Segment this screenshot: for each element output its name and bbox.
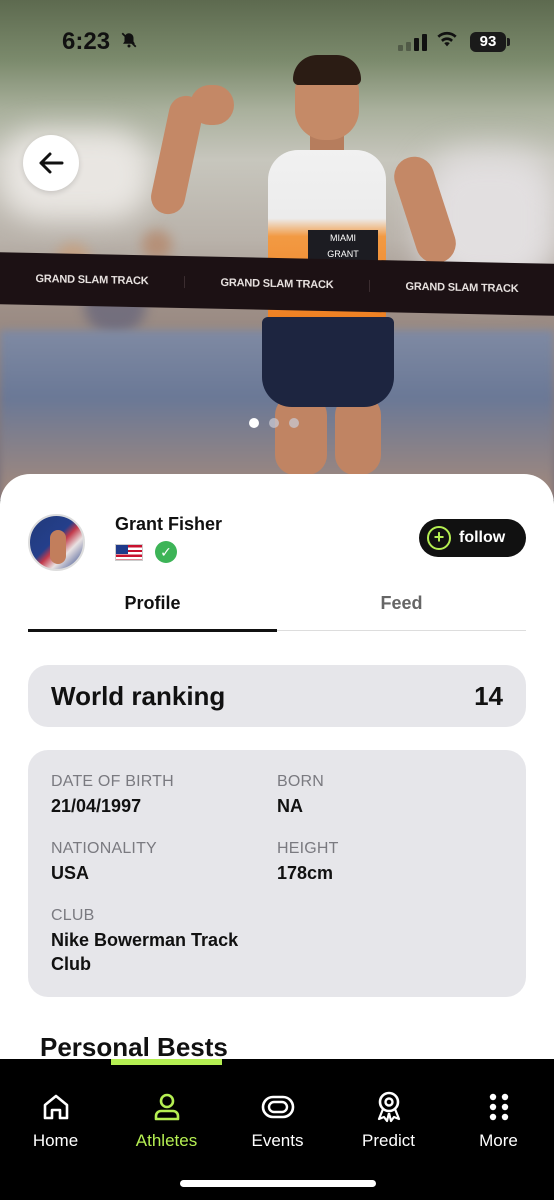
- bell-slash-icon: [120, 31, 138, 54]
- dob-field: DATE OF BIRTH 21/04/1997: [51, 773, 174, 816]
- born-field: BORN NA: [277, 773, 325, 816]
- battery-icon: 93: [470, 32, 510, 52]
- tab-feed[interactable]: Feed: [277, 586, 526, 630]
- arrow-left-icon: [39, 152, 64, 174]
- award-icon: [333, 1089, 444, 1125]
- bottom-nav: Home Athletes Events Predict More: [0, 1059, 554, 1200]
- profile-tabs: Profile Feed: [28, 586, 526, 632]
- athlete-name: Grant Fisher: [115, 514, 223, 534]
- person-icon: [111, 1089, 222, 1125]
- nav-predict[interactable]: Predict: [333, 1089, 444, 1151]
- home-icon: [0, 1089, 111, 1125]
- cell-signal-icon: [398, 34, 427, 51]
- follow-button[interactable]: + follow: [419, 519, 526, 557]
- tape-sponsor-text: GRAND SLAM TRACK: [405, 280, 519, 296]
- us-flag-icon: [115, 544, 143, 561]
- carousel-indicator[interactable]: [249, 418, 299, 428]
- carousel-dot[interactable]: [289, 418, 299, 428]
- club-field: CLUB Nike Bowerman Track Club: [51, 907, 239, 974]
- home-indicator[interactable]: [180, 1180, 376, 1187]
- nav-more[interactable]: More: [443, 1089, 554, 1151]
- tape-sponsor-text: GRAND SLAM TRACK: [184, 276, 370, 292]
- follow-label: follow: [459, 529, 506, 546]
- nav-home[interactable]: Home: [0, 1089, 111, 1151]
- world-ranking-card: World ranking 14: [28, 665, 526, 727]
- active-tab-indicator: [111, 1059, 222, 1065]
- wifi-icon: [436, 30, 458, 54]
- tape-sponsor-text: GRAND SLAM TRACK: [35, 272, 149, 288]
- verified-check-icon: ✓: [155, 541, 177, 563]
- plus-circle-icon: +: [427, 526, 451, 550]
- nav-events[interactable]: Events: [222, 1089, 333, 1151]
- profile-sheet: Grant Fisher ✓ + follow Profile Feed Wor…: [0, 474, 554, 1074]
- tab-profile[interactable]: Profile: [28, 586, 277, 632]
- carousel-dot[interactable]: [269, 418, 279, 428]
- carousel-dot[interactable]: [249, 418, 259, 428]
- status-bar: 6:23 93: [0, 0, 554, 80]
- avatar[interactable]: [28, 514, 85, 571]
- nationality-field: NATIONALITY USA: [51, 840, 157, 883]
- grid-dots-icon: [443, 1089, 554, 1125]
- track-oval-icon: [222, 1089, 333, 1125]
- back-button[interactable]: [23, 135, 79, 191]
- status-time: 6:23: [62, 28, 111, 55]
- athlete-details-card: DATE OF BIRTH 21/04/1997 BORN NA NATIONA…: [28, 750, 526, 997]
- height-field: HEIGHT 178cm: [277, 840, 339, 883]
- nav-athletes[interactable]: Athletes: [111, 1089, 222, 1151]
- world-ranking-value: 14: [474, 680, 503, 711]
- world-ranking-label: World ranking: [51, 680, 226, 711]
